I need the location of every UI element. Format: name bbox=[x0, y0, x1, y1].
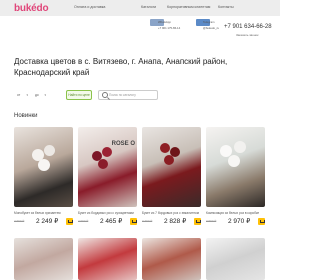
cart-icon[interactable] bbox=[258, 218, 265, 225]
product-image-next[interactable] bbox=[142, 238, 201, 280]
price-from-label: от bbox=[17, 93, 21, 97]
old-price: 3 590 ₽ bbox=[206, 219, 217, 223]
telegram-handle[interactable]: @bukedo_ru bbox=[203, 26, 219, 30]
page-title: Доставка цветов в с. Витязево, г. Анапа,… bbox=[14, 57, 228, 77]
logo[interactable]: bukédo bbox=[14, 3, 49, 14]
top-bar: bukédo Оплата и доставка Каталоги Корпор… bbox=[0, 0, 280, 16]
chevron-down-icon: ▾ bbox=[26, 93, 28, 97]
callback-link[interactable]: Заказать звонок bbox=[236, 33, 258, 37]
product-name[interactable]: Композиция из белых роз в коробке bbox=[206, 211, 265, 215]
cart-icon[interactable] bbox=[66, 218, 73, 225]
old-price: 3 390 ₽ bbox=[142, 219, 153, 223]
find-by-price-button[interactable]: Найти по цене bbox=[66, 90, 92, 100]
search-placeholder: Поиск по каталогу bbox=[109, 93, 136, 97]
product-name[interactable]: Монобукет из белых хризантем bbox=[14, 211, 73, 215]
product-image-next[interactable] bbox=[78, 238, 137, 280]
old-price: 2 690 ₽ bbox=[14, 219, 25, 223]
search-input[interactable]: Поиск по каталогу bbox=[98, 90, 158, 100]
product-card[interactable]: Монобукет из белых хризантем 2 690 ₽ 2 2… bbox=[14, 127, 73, 225]
price: 2 970 ₽ bbox=[228, 218, 251, 225]
product-image[interactable] bbox=[14, 127, 73, 207]
cart-icon[interactable] bbox=[130, 218, 137, 225]
product-image-next[interactable] bbox=[14, 238, 73, 280]
product-card[interactable]: ROSE O Букет из бордовых роз с сухоцвета… bbox=[78, 127, 137, 225]
price: 2 465 ₽ bbox=[100, 218, 123, 225]
whatsapp-phone[interactable]: +7 901 175-86-14 bbox=[158, 26, 180, 30]
telegram-label[interactable]: Telegram bbox=[203, 20, 215, 24]
price-to-select[interactable]: до ▾ bbox=[32, 90, 48, 100]
product-image[interactable]: ROSE O bbox=[78, 127, 137, 207]
chevron-down-icon: ▾ bbox=[44, 93, 46, 97]
product-card[interactable]: Композиция из белых роз в коробке 3 590 … bbox=[206, 127, 265, 225]
nav-corporate[interactable]: Корпоративным клиентам bbox=[167, 5, 210, 9]
product-image[interactable] bbox=[142, 127, 201, 207]
contacts-bar: WhatsApp +7 901 175-86-14 Telegram @buke… bbox=[0, 16, 280, 37]
product-name[interactable]: Букет из 7 бордовых роз с эвкалиптом bbox=[142, 211, 201, 215]
price: 2 249 ₽ bbox=[36, 218, 59, 225]
price: 2 828 ₽ bbox=[164, 218, 187, 225]
nav-delivery[interactable]: Оплата и доставка bbox=[74, 5, 105, 9]
package-label: ROSE O bbox=[111, 141, 135, 147]
phone-number[interactable]: +7 901 634-66-28 bbox=[224, 24, 272, 30]
product-image-next[interactable] bbox=[206, 238, 265, 280]
price-from-select[interactable]: от ▾ bbox=[14, 90, 30, 100]
whatsapp-label[interactable]: WhatsApp bbox=[158, 20, 171, 24]
cart-icon[interactable] bbox=[194, 218, 201, 225]
section-title: Новинки bbox=[14, 113, 38, 119]
nav-catalog[interactable]: Каталоги bbox=[141, 5, 156, 9]
product-image[interactable] bbox=[206, 127, 265, 207]
product-card[interactable]: Букет из 7 бордовых роз с эвкалиптом 3 3… bbox=[142, 127, 201, 225]
nav-contacts[interactable]: Контакты bbox=[218, 5, 234, 9]
price-to-label: до bbox=[35, 93, 39, 97]
search-icon bbox=[102, 92, 108, 98]
old-price: 2 990 ₽ bbox=[78, 219, 89, 223]
product-name[interactable]: Букет из бордовых роз с сухоцветами bbox=[78, 211, 137, 215]
filter-bar: от ▾ до ▾ Найти по цене Поиск по каталог… bbox=[14, 90, 274, 100]
